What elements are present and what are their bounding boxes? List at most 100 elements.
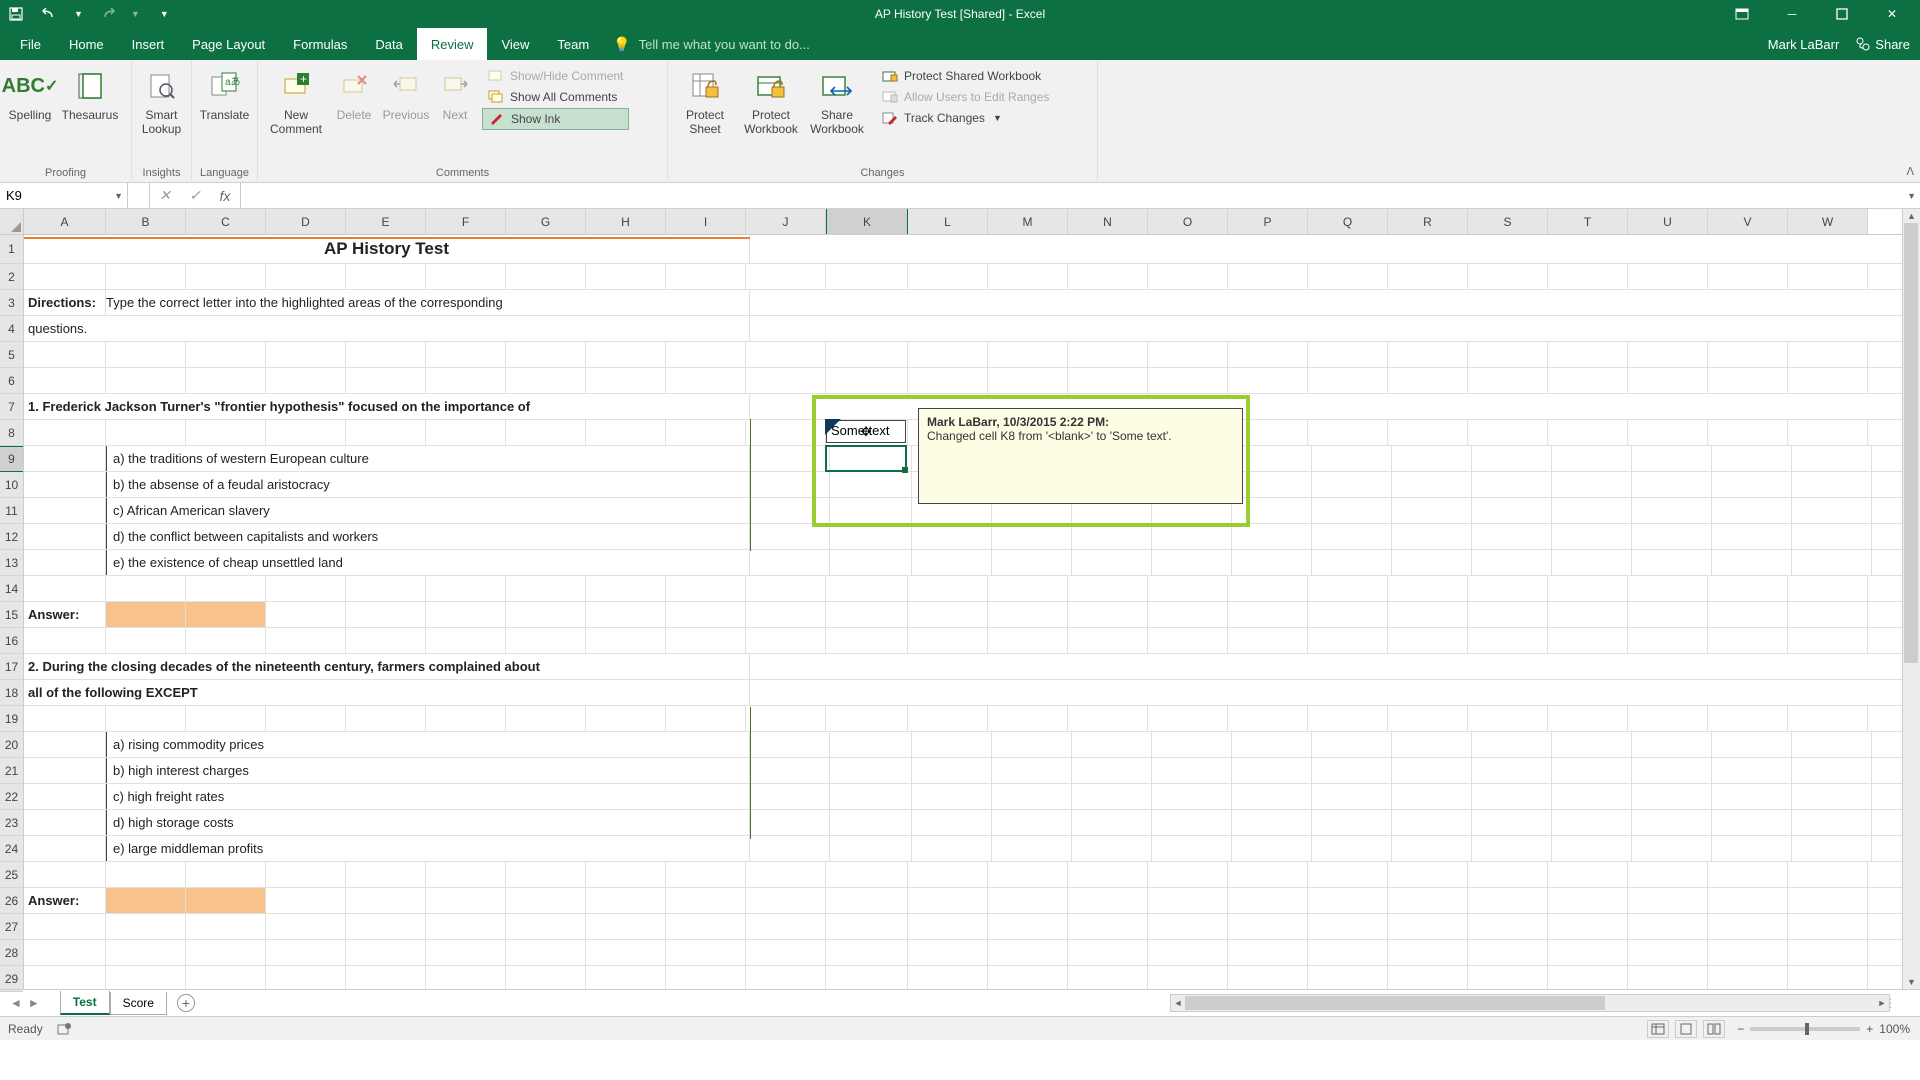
cell[interactable] xyxy=(1628,628,1708,653)
cell[interactable] xyxy=(1148,888,1228,913)
zoom-level[interactable]: 100% xyxy=(1879,1022,1910,1036)
cell[interactable] xyxy=(1312,784,1392,809)
cell[interactable] xyxy=(24,498,106,523)
cell[interactable] xyxy=(826,628,908,653)
cell[interactable] xyxy=(266,602,346,627)
protect-shared-workbook-button[interactable]: Protect Shared Workbook xyxy=(876,66,1055,86)
cell[interactable] xyxy=(1312,836,1392,861)
cell[interactable]: 1. Frederick Jackson Turner's "frontier … xyxy=(24,394,750,419)
cell[interactable]: Directions: xyxy=(24,290,106,315)
row-header[interactable]: 20 xyxy=(0,732,23,758)
cell[interactable] xyxy=(24,472,106,497)
column-header[interactable]: T xyxy=(1548,209,1628,234)
row-header[interactable]: 18 xyxy=(0,680,23,706)
cell[interactable] xyxy=(1788,420,1868,445)
cell[interactable] xyxy=(1312,498,1392,523)
cell[interactable] xyxy=(1152,810,1232,835)
cell[interactable]: b) the absense of a feudal aristocracy xyxy=(106,472,750,497)
cell[interactable] xyxy=(750,732,830,757)
name-box[interactable]: K9 ▼ xyxy=(0,183,128,208)
previous-comment-button[interactable]: Previous xyxy=(378,66,434,122)
track-changes-button[interactable]: Track Changes ▼ xyxy=(876,108,1055,128)
cell[interactable] xyxy=(666,940,746,965)
cell[interactable] xyxy=(586,420,666,445)
cell[interactable] xyxy=(1792,836,1872,861)
cell[interactable]: b) high interest charges xyxy=(106,758,750,783)
cell[interactable] xyxy=(24,628,106,653)
column-header[interactable]: B xyxy=(106,209,186,234)
cell[interactable] xyxy=(1548,888,1628,913)
cell[interactable] xyxy=(1468,914,1548,939)
cell[interactable] xyxy=(1388,940,1468,965)
cell[interactable] xyxy=(1628,368,1708,393)
macro-record-icon[interactable] xyxy=(57,1022,71,1036)
cell[interactable] xyxy=(1072,810,1152,835)
cell[interactable] xyxy=(666,862,746,887)
column-header[interactable]: R xyxy=(1388,209,1468,234)
fx-icon[interactable]: fx xyxy=(210,188,240,204)
cell[interactable] xyxy=(426,706,506,731)
cell[interactable]: e) the existence of cheap unsettled land xyxy=(106,550,750,575)
row-header[interactable]: 8 xyxy=(0,420,23,446)
column-header[interactable]: P xyxy=(1228,209,1308,234)
row-header[interactable]: 2 xyxy=(0,264,23,290)
cell[interactable] xyxy=(266,914,346,939)
new-sheet-button[interactable]: + xyxy=(177,994,195,1012)
cell[interactable] xyxy=(266,342,346,367)
cell[interactable] xyxy=(1468,264,1548,289)
show-hide-comment-button[interactable]: Show/Hide Comment xyxy=(482,66,629,86)
cell[interactable] xyxy=(1548,940,1628,965)
cell[interactable] xyxy=(506,368,586,393)
cell[interactable] xyxy=(1708,706,1788,731)
cell[interactable] xyxy=(746,914,826,939)
cell[interactable]: e) large middleman profits xyxy=(106,836,750,861)
cell[interactable] xyxy=(826,914,908,939)
cell[interactable] xyxy=(1312,732,1392,757)
row-header[interactable]: 19 xyxy=(0,706,23,732)
tell-me-search[interactable]: 💡 Tell me what you want to do... xyxy=(613,36,810,53)
cell[interactable] xyxy=(908,888,988,913)
column-header[interactable]: N xyxy=(1068,209,1148,234)
cell[interactable] xyxy=(1792,524,1872,549)
cell[interactable] xyxy=(266,940,346,965)
user-name[interactable]: Mark LaBarr xyxy=(1768,37,1840,52)
cell[interactable]: Answer: xyxy=(24,888,106,913)
cell[interactable] xyxy=(426,966,506,989)
row-header[interactable]: 12 xyxy=(0,524,23,550)
cell[interactable] xyxy=(186,368,266,393)
cell[interactable] xyxy=(1148,576,1228,601)
cell[interactable] xyxy=(1552,472,1632,497)
cell[interactable] xyxy=(1388,888,1468,913)
cell[interactable] xyxy=(746,420,826,445)
cell[interactable] xyxy=(912,784,992,809)
cell[interactable] xyxy=(1308,628,1388,653)
cell[interactable] xyxy=(346,420,426,445)
cell[interactable] xyxy=(830,550,912,575)
row-header[interactable]: 11 xyxy=(0,498,23,524)
cell[interactable] xyxy=(1548,576,1628,601)
cell[interactable] xyxy=(1308,420,1388,445)
column-header[interactable]: C xyxy=(186,209,266,234)
cell[interactable] xyxy=(1232,836,1312,861)
cell[interactable] xyxy=(1148,862,1228,887)
column-header[interactable]: V xyxy=(1708,209,1788,234)
cell[interactable] xyxy=(586,264,666,289)
cell[interactable]: Type the correct letter into the highlig… xyxy=(106,290,750,315)
cell[interactable] xyxy=(992,550,1072,575)
cell[interactable] xyxy=(186,706,266,731)
cell[interactable] xyxy=(506,342,586,367)
cell[interactable] xyxy=(1792,732,1872,757)
cell[interactable] xyxy=(746,264,826,289)
cell[interactable] xyxy=(426,914,506,939)
cell[interactable] xyxy=(426,888,506,913)
normal-view-button[interactable] xyxy=(1647,1020,1669,1038)
cell[interactable] xyxy=(186,888,266,913)
sheet-tab-test[interactable]: Test xyxy=(60,991,110,1015)
protect-sheet-button[interactable]: Protect Sheet xyxy=(672,66,738,136)
cell[interactable] xyxy=(826,706,908,731)
cell[interactable] xyxy=(186,264,266,289)
cell[interactable] xyxy=(24,940,106,965)
cell[interactable] xyxy=(1712,524,1792,549)
cell[interactable] xyxy=(1068,576,1148,601)
cell[interactable] xyxy=(1068,342,1148,367)
